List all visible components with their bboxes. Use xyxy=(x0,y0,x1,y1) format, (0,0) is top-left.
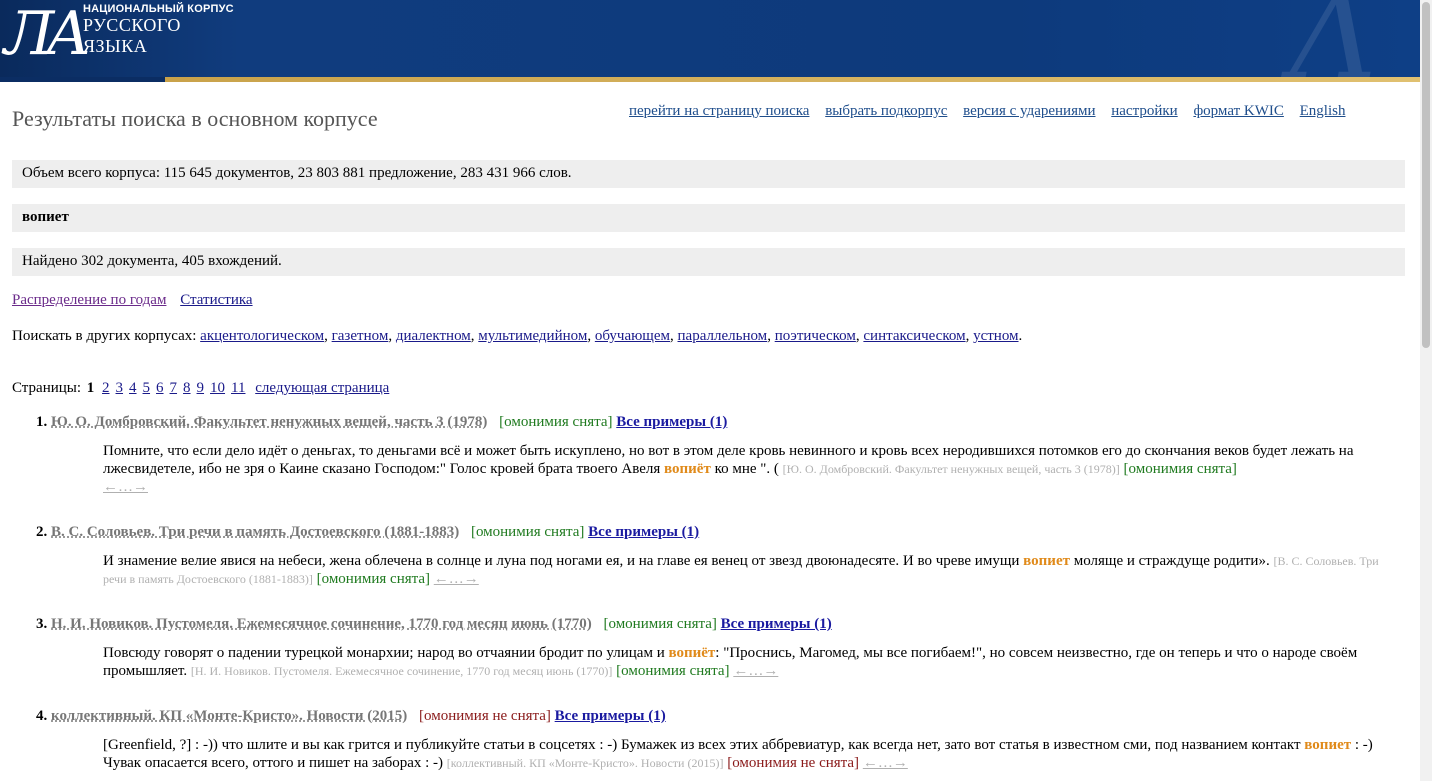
link-kwic-format[interactable]: формат KWIC xyxy=(1193,103,1283,119)
snippet-homonymy: [омонимия снята] xyxy=(616,663,730,679)
context-expand-link[interactable]: ←…→ xyxy=(434,571,479,587)
result-snippet: И знамение велие явися на небеси, жена о… xyxy=(103,552,1393,588)
homonymy-status: [омонимия снята] xyxy=(603,616,717,632)
snippet-homonymy: [омонимия снята] xyxy=(316,571,431,587)
result-item: 4. коллективный. КП «Монте-Кристо». Ново… xyxy=(36,708,1396,772)
logo-line-3: ЯЗЫКА xyxy=(83,36,148,56)
other-corpora-label: Поискать в других корпусах: xyxy=(12,328,201,344)
corpus-link-accentological[interactable]: акцентологическом xyxy=(200,328,324,344)
context-expand-link[interactable]: ←…→ xyxy=(733,663,778,679)
corpus-link-syntactic[interactable]: синтаксическом xyxy=(863,328,965,344)
link-search-page[interactable]: перейти на страницу поиска xyxy=(629,103,809,119)
keyword-highlight: вопиет xyxy=(1023,553,1070,569)
link-english[interactable]: English xyxy=(1300,103,1346,119)
result-snippet: Помните, что если дело идёт о деньгах, т… xyxy=(103,442,1393,496)
homonymy-status: [омонимия снята] xyxy=(499,414,613,430)
result-item: 3. Н. И. Новиков. Пустомеля. Ежемесячное… xyxy=(36,616,1396,680)
all-examples-link[interactable]: Все примеры (1) xyxy=(555,708,666,724)
snippet-source: [Н. И. Новиков. Пустомеля. Ежемесячное с… xyxy=(190,664,613,678)
page-link-4[interactable]: 4 xyxy=(129,380,137,396)
result-title[interactable]: Ю. О. Домбровский. Факультет ненужных ве… xyxy=(51,414,487,430)
result-title[interactable]: Н. И. Новиков. Пустомеля. Ежемесячное со… xyxy=(51,616,592,632)
result-number: 2. xyxy=(36,524,48,540)
site-header: Λ ЛА НАЦИОНАЛЬНЫЙ КОРПУС РУССКОГО ЯЗЫКА xyxy=(0,0,1420,77)
result-title[interactable]: коллективный. КП «Монте-Кристо». Новости… xyxy=(51,708,407,724)
page-title: Результаты поиска в основном корпусе xyxy=(12,106,378,131)
homonymy-status: [омонимия не снята] xyxy=(419,708,551,724)
result-item: 2. В. С. Соловьев. Три речи в память Дос… xyxy=(36,524,1396,588)
snippet-text-after: моляще и страждуще родити». xyxy=(1069,553,1274,569)
page-link-2[interactable]: 2 xyxy=(102,380,110,396)
corpus-link-spoken[interactable]: устном xyxy=(973,328,1018,344)
page-link-6[interactable]: 6 xyxy=(156,380,164,396)
link-select-subcorpus[interactable]: выбрать подкорпус xyxy=(825,103,947,119)
result-snippet: Повсюду говорят о падении турецкой монар… xyxy=(103,644,1393,680)
pagination-label: Страницы: xyxy=(12,380,85,396)
link-statistics[interactable]: Статистика xyxy=(180,292,252,308)
statistics-links: Распределение по годам Статистика xyxy=(12,292,263,309)
result-number: 1. xyxy=(36,414,48,430)
vertical-scrollbar[interactable] xyxy=(1420,0,1432,781)
query-bar: вопиет xyxy=(12,204,1405,232)
all-examples-link[interactable]: Все примеры (1) xyxy=(721,616,832,632)
page-link-10[interactable]: 10 xyxy=(210,380,225,396)
page-link-9[interactable]: 9 xyxy=(197,380,205,396)
result-number: 4. xyxy=(36,708,48,724)
page-link-11[interactable]: 11 xyxy=(231,380,245,396)
snippet-text-before: И знамение велие явися на небеси, жена о… xyxy=(103,553,1024,569)
page-link-8[interactable]: 8 xyxy=(183,380,191,396)
background-lambda-icon: Λ xyxy=(1290,0,1377,77)
keyword-highlight: вопиёт xyxy=(664,461,711,477)
all-examples-link[interactable]: Все примеры (1) xyxy=(616,414,727,430)
snippet-homonymy: [омонимия снята] xyxy=(1123,461,1237,477)
snippet-source: [коллективный. КП «Монте-Кристо». Новост… xyxy=(446,756,724,770)
context-expand-link[interactable]: ←…→ xyxy=(863,755,908,771)
corpus-volume-bar: Объем всего корпуса: 115 645 документов,… xyxy=(12,160,1405,188)
corpus-link-poetic[interactable]: поэтическом xyxy=(775,328,856,344)
header-stripe xyxy=(0,77,1420,82)
context-expand-link[interactable]: ←…→ xyxy=(103,479,148,495)
snippet-text-before: Повсюду говорят о падении турецкой монар… xyxy=(103,645,669,661)
current-page: 1 xyxy=(86,380,95,396)
page-link-3[interactable]: 3 xyxy=(116,380,124,396)
snippet-text-before: [Greenfield, ?] : -)) что шлите и вы как… xyxy=(103,737,1305,753)
result-title[interactable]: В. С. Соловьев. Три речи в память Достое… xyxy=(51,524,459,540)
logo-text[interactable]: НАЦИОНАЛЬНЫЙ КОРПУС РУССКОГО ЯЗЫКА xyxy=(83,3,234,57)
result-number: 3. xyxy=(36,616,48,632)
keyword-highlight: вопиёт xyxy=(668,645,716,661)
logo-line-1: НАЦИОНАЛЬНЫЙ КОРПУС xyxy=(83,3,234,15)
logo-icon[interactable]: ЛА xyxy=(4,2,91,66)
page-link-5[interactable]: 5 xyxy=(143,380,151,396)
link-year-distribution[interactable]: Распределение по годам xyxy=(12,292,166,308)
keyword-highlight: вопиет xyxy=(1304,737,1352,753)
result-header: 4. коллективный. КП «Монте-Кристо». Ново… xyxy=(36,708,1396,725)
found-count-bar: Найдено 302 документа, 405 вхождений. xyxy=(12,248,1405,276)
snippet-homonymy: [омонимия не снята] xyxy=(727,755,860,771)
result-header: 1. Ю. О. Домбровский. Факультет ненужных… xyxy=(36,414,1396,431)
corpus-link-dialect[interactable]: диалектном xyxy=(396,328,471,344)
logo-line-2: РУССКОГО xyxy=(83,15,181,35)
link-accent-version[interactable]: версия с ударениями xyxy=(963,103,1095,119)
corpus-link-learning[interactable]: обучающем xyxy=(595,328,670,344)
corpus-link-newspaper[interactable]: газетном xyxy=(332,328,389,344)
homonymy-status: [омонимия снята] xyxy=(470,524,585,540)
link-settings[interactable]: настройки xyxy=(1111,103,1177,119)
snippet-source: [Ю. О. Домбровский. Факультет ненужных в… xyxy=(782,462,1120,476)
corpus-link-parallel[interactable]: параллельном xyxy=(678,328,768,344)
page-link-7[interactable]: 7 xyxy=(170,380,178,396)
all-examples-link[interactable]: Все примеры (1) xyxy=(588,524,699,540)
next-page-link[interactable]: следующая страница xyxy=(255,380,389,396)
pagination: Страницы: 1 2 3 4 5 6 7 8 9 10 11 следующая стран… xyxy=(12,380,395,397)
result-header: 3. Н. И. Новиков. Пустомеля. Ежемесячное… xyxy=(36,616,1396,633)
result-header: 2. В. С. Соловьев. Три речи в память Дос… xyxy=(36,524,1396,541)
snippet-text-after: ко мне ". ( xyxy=(710,461,783,477)
result-item: 1. Ю. О. Домбровский. Факультет ненужных… xyxy=(36,414,1396,496)
scrollbar-thumb[interactable] xyxy=(1422,2,1430,348)
top-navigation: перейти на страницу поиска выбрать подко… xyxy=(629,103,1345,120)
result-snippet: [Greenfield, ?] : -)) что шлите и вы как… xyxy=(103,736,1393,772)
other-corpora: Поискать в других корпусах: акцентологич… xyxy=(12,328,1023,344)
corpus-link-multimedia[interactable]: мультимедийном xyxy=(478,328,587,344)
